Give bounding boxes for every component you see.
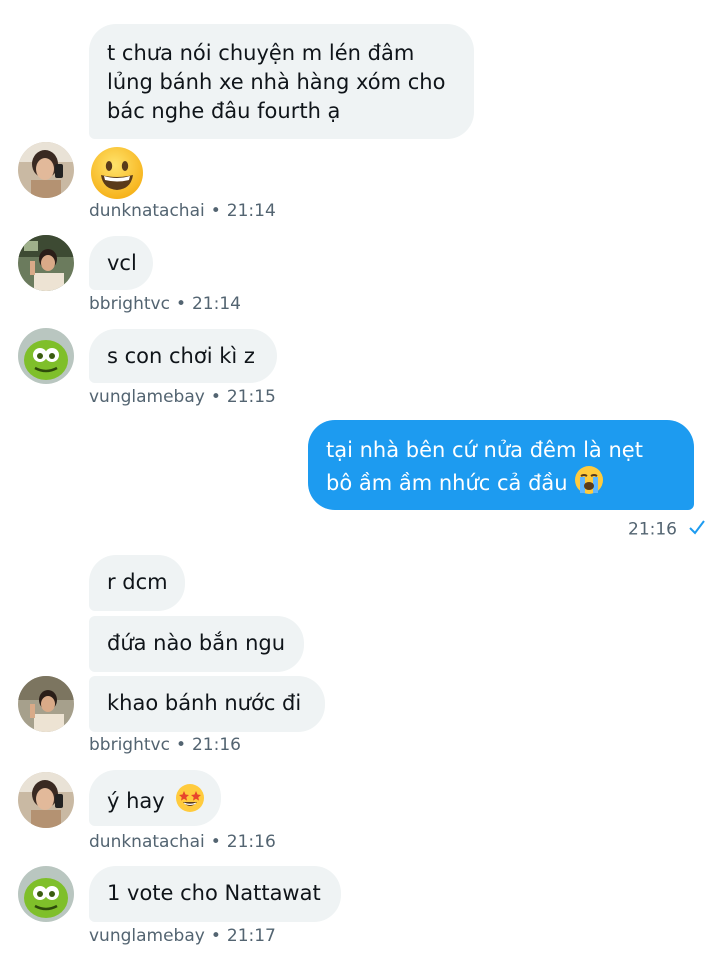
separator: • bbox=[175, 735, 186, 755]
avatar[interactable] bbox=[18, 328, 74, 384]
message-text: r dcm bbox=[107, 570, 168, 594]
message-text: tại nhà bên cứ nửa đêm là nẹt bbox=[326, 438, 643, 462]
message-bubble[interactable]: 1 vote cho Nattawat bbox=[89, 866, 341, 922]
sender-name[interactable]: dunknatachai bbox=[89, 201, 205, 221]
message-text: lủng bánh xe nhà hàng xóm cho bbox=[107, 70, 446, 94]
outgoing-message-bubble[interactable]: tại nhà bên cứ nửa đêm là nẹt bô ầm ầm n… bbox=[308, 420, 694, 510]
message-text: bô ầm ầm nhức cả đầu bbox=[326, 471, 568, 495]
message-bubble[interactable]: khao bánh nước đi bbox=[89, 676, 325, 732]
avatar[interactable] bbox=[18, 235, 74, 291]
separator: • bbox=[210, 926, 221, 946]
message-text: bác nghe đâu fourth ạ bbox=[107, 99, 341, 123]
avatar[interactable] bbox=[18, 142, 74, 198]
avatar[interactable] bbox=[18, 676, 74, 732]
sender-name[interactable]: bbrightvc bbox=[89, 294, 170, 314]
message-text: 1 vote cho Nattawat bbox=[107, 881, 321, 905]
message-meta: vunglamebay • 21:17 bbox=[89, 926, 276, 946]
message-bubble[interactable]: t chưa nói chuyện m lén đâm lủng bánh xe… bbox=[89, 24, 474, 139]
message-text: s con chơi kì z bbox=[107, 344, 255, 368]
message-meta: 21:16 bbox=[628, 519, 706, 540]
loudly-crying-face-emoji bbox=[574, 465, 604, 503]
avatar[interactable] bbox=[18, 866, 74, 922]
message-bubble[interactable]: vcl bbox=[89, 236, 153, 290]
timestamp: 21:14 bbox=[191, 294, 241, 314]
timestamp: 21:16 bbox=[191, 735, 241, 755]
message-meta: bbrightvc • 21:14 bbox=[89, 294, 241, 314]
separator: • bbox=[210, 832, 221, 852]
timestamp: 21:14 bbox=[226, 201, 276, 221]
avatar[interactable] bbox=[18, 772, 74, 828]
separator: • bbox=[210, 387, 221, 407]
message-text: vcl bbox=[107, 251, 137, 275]
sender-name[interactable]: vunglamebay bbox=[89, 387, 205, 407]
message-meta: dunknatachai • 21:16 bbox=[89, 832, 276, 852]
sender-name[interactable]: vunglamebay bbox=[89, 926, 205, 946]
message-bubble[interactable]: r dcm bbox=[89, 555, 185, 611]
grinning-face-emoji bbox=[89, 145, 145, 205]
timestamp: 21:17 bbox=[226, 926, 276, 946]
timestamp: 21:16 bbox=[226, 832, 276, 852]
separator: • bbox=[210, 201, 221, 221]
timestamp: 21:15 bbox=[226, 387, 276, 407]
message-text: khao bánh nước đi bbox=[107, 691, 302, 715]
message-meta: vunglamebay • 21:15 bbox=[89, 387, 276, 407]
message-meta: dunknatachai • 21:14 bbox=[89, 201, 276, 221]
message-bubble[interactable]: ý hay bbox=[89, 770, 221, 826]
star-struck-emoji bbox=[175, 783, 205, 821]
read-check-icon bbox=[688, 519, 706, 540]
timestamp: 21:16 bbox=[628, 519, 677, 540]
message-text: đứa nào bắn ngu bbox=[107, 631, 286, 655]
message-meta: bbrightvc • 21:16 bbox=[89, 735, 241, 755]
message-bubble[interactable]: s con chơi kì z bbox=[89, 329, 277, 383]
message-bubble[interactable]: đứa nào bắn ngu bbox=[89, 616, 304, 672]
separator: • bbox=[175, 294, 186, 314]
sender-name[interactable]: dunknatachai bbox=[89, 832, 205, 852]
message-text: ý hay bbox=[107, 789, 165, 813]
message-text: t chưa nói chuyện m lén đâm bbox=[107, 41, 415, 65]
sender-name[interactable]: bbrightvc bbox=[89, 735, 170, 755]
